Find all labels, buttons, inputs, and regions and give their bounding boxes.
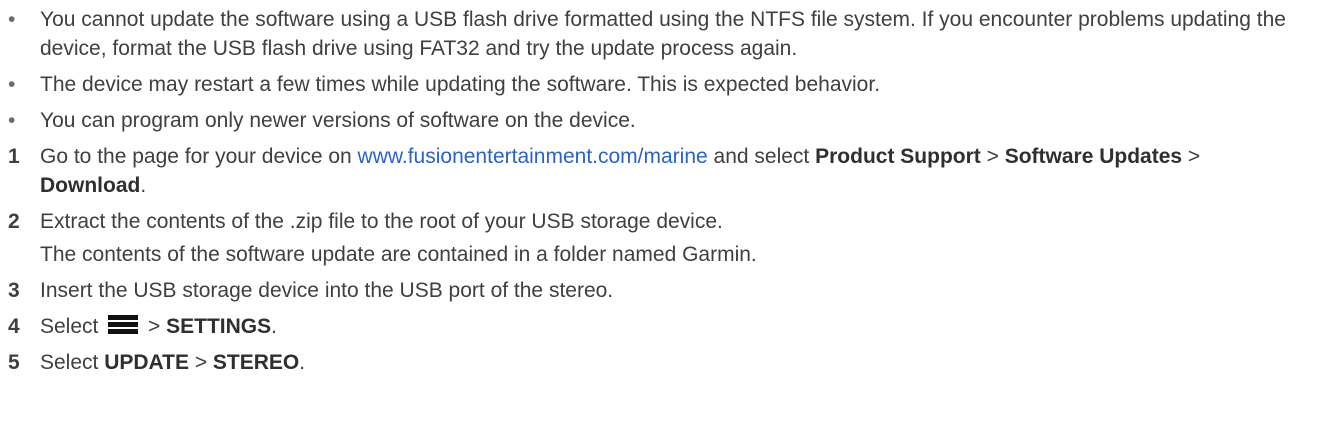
step-2: 2 Extract the contents of the .zip file … <box>8 207 1328 269</box>
bullet-text: You can program only newer versions of s… <box>40 109 636 132</box>
step-number: 2 <box>8 210 20 233</box>
bullet-text: The device may restart a few times while… <box>40 73 881 96</box>
step-text-part: . <box>299 351 306 374</box>
step-text-part: Select <box>40 315 105 338</box>
step-5: 5 Select UPDATE > STEREO. <box>8 348 1328 377</box>
list-item: • You can program only newer versions of… <box>8 106 1328 135</box>
step-number: 3 <box>8 279 20 302</box>
update-label: UPDATE <box>104 351 189 374</box>
bullet-marker: • <box>8 73 16 96</box>
step-number: 4 <box>8 315 20 338</box>
step-4: 4 Select > SETTINGS. <box>8 312 1328 341</box>
step-note: The contents of the software update are … <box>40 243 757 266</box>
bullet-text: You cannot update the software using a U… <box>40 8 1286 60</box>
step-3: 3 Insert the USB storage device into the… <box>8 276 1328 305</box>
document-body: • You cannot update the software using a… <box>0 0 1328 377</box>
fusion-marine-link[interactable]: www.fusionentertainment.com/marine <box>358 145 708 168</box>
step-text-part: . <box>271 315 277 338</box>
download-label: Download <box>40 174 141 197</box>
menu-separator: > <box>142 315 167 338</box>
step-instruction: Extract the contents of the .zip file to… <box>40 210 723 233</box>
bullet-marker: • <box>8 109 16 132</box>
step-text: Select UPDATE > STEREO. <box>30 348 1310 377</box>
menu-separator: > <box>188 351 213 374</box>
stereo-label: STEREO <box>212 351 300 374</box>
step-text-part: Go to the page for your device on <box>40 145 358 168</box>
step-text: Select > SETTINGS. <box>30 312 1310 341</box>
step-text-part: . <box>140 174 147 197</box>
step-text-part: Select <box>40 351 105 374</box>
menu-separator: > <box>1182 145 1201 168</box>
list-item: • You cannot update the software using a… <box>8 5 1328 63</box>
step-text-part: and select <box>707 145 816 168</box>
bullet-marker: • <box>8 8 16 31</box>
step-number: 1 <box>8 145 20 168</box>
step-text: Insert the USB storage device into the U… <box>40 279 614 302</box>
software-updates-label: Software Updates <box>1004 145 1183 168</box>
settings-label: SETTINGS <box>166 315 272 338</box>
step-number: 5 <box>8 351 20 374</box>
menu-separator: > <box>980 145 1005 168</box>
menu-icon <box>108 315 139 335</box>
product-support-label: Product Support <box>815 145 981 168</box>
step-1: 1 Go to the page for your device on www.… <box>8 142 1328 200</box>
list-item: • The device may restart a few times whi… <box>8 70 1328 99</box>
step-text: Extract the contents of the .zip file to… <box>30 207 1310 269</box>
step-text: Go to the page for your device on www.fu… <box>30 142 1310 200</box>
